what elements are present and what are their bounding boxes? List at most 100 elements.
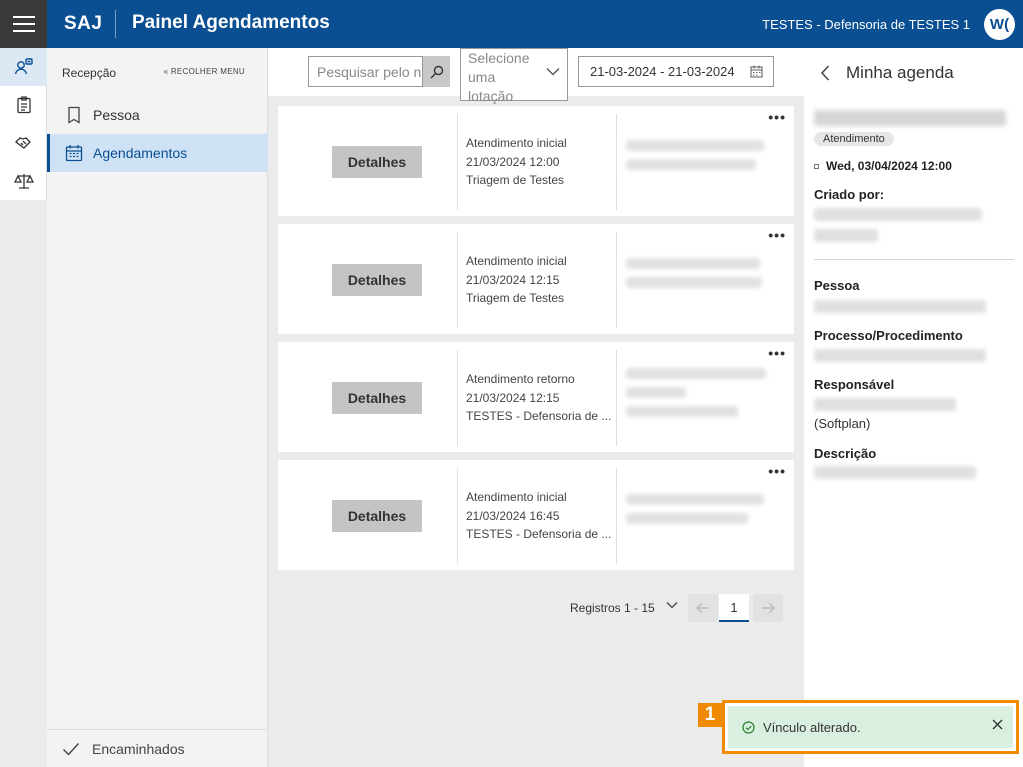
page-number-button[interactable]: 1 xyxy=(719,594,749,622)
calendar-icon xyxy=(64,143,84,163)
appointment-datetime: 21/03/2024 12:00 xyxy=(466,154,560,169)
bullet-icon xyxy=(814,163,819,169)
appointment-date: Wed, 03/04/2024 12:00 xyxy=(814,159,952,173)
toast-highlight: Vínculo alterado. xyxy=(722,700,1019,754)
person-search-icon xyxy=(14,58,33,75)
appointment-location: Triagem de Testes xyxy=(466,291,565,305)
process-label: Processo/Procedimento xyxy=(814,328,963,343)
menu-item-label: Pessoa xyxy=(93,107,140,123)
chevron-down-icon[interactable] xyxy=(666,601,678,609)
panel-title: Minha agenda xyxy=(846,63,954,82)
search-button[interactable] xyxy=(423,56,450,87)
appointment-type: Atendimento retorno xyxy=(466,372,575,386)
handshake-icon xyxy=(14,137,31,149)
double-chevron-left-icon: « xyxy=(163,67,169,76)
appointment-info: Atendimento inicial 21/03/2024 16:45 TES… xyxy=(466,488,611,544)
redacted-name xyxy=(814,110,1006,126)
lotacao-select[interactable]: Selecione uma lotação xyxy=(460,48,568,104)
book-icon xyxy=(64,105,84,125)
rail-justice[interactable] xyxy=(0,162,47,200)
appointment-date-value: Wed, 03/04/2024 12:00 xyxy=(826,159,952,173)
menu-item-agendamentos[interactable]: Agendamentos xyxy=(47,134,268,172)
side-menu: Recepção « RECOLHER MENU Pessoa Agendame… xyxy=(47,48,268,767)
more-options-icon[interactable]: ••• xyxy=(768,464,786,478)
appointment-info: Atendimento inicial 21/03/2024 12:00 Tri… xyxy=(466,134,567,190)
responsible-suffix: (Softplan) xyxy=(814,416,871,431)
appointment-card: Detalhes Atendimento retorno 21/03/2024 … xyxy=(278,342,794,452)
appointment-datetime: 21/03/2024 16:45 xyxy=(466,508,560,523)
appointment-datetime: 21/03/2024 12:15 xyxy=(466,272,560,287)
avatar[interactable]: W( xyxy=(984,9,1015,40)
redacted-value xyxy=(814,229,878,242)
rail-filler xyxy=(0,200,47,767)
redacted-value xyxy=(814,466,976,479)
hamburger-menu-icon[interactable] xyxy=(0,0,47,48)
person-label: Pessoa xyxy=(814,278,860,293)
menu-section-title: Recepção xyxy=(62,66,117,80)
menu-item-encaminhados[interactable]: Encaminhados xyxy=(47,729,268,767)
top-bar: SAJ Painel Agendamentos TESTES - Defenso… xyxy=(0,0,1023,48)
card-divider xyxy=(457,350,458,446)
redacted-value xyxy=(814,300,986,313)
select-placeholder-line: lotação xyxy=(468,88,514,104)
appointment-datetime: 21/03/2024 12:15 xyxy=(466,390,560,405)
rail-reception[interactable] xyxy=(0,48,47,86)
details-button[interactable]: Detalhes xyxy=(332,264,422,296)
redacted-details xyxy=(626,140,764,178)
brand-logo[interactable]: SAJ xyxy=(64,13,102,35)
close-icon[interactable] xyxy=(992,719,1003,730)
check-circle-icon xyxy=(742,720,755,734)
next-page-button[interactable] xyxy=(753,594,783,622)
checkmark-icon xyxy=(63,742,80,756)
rail-partners[interactable] xyxy=(0,124,47,162)
redacted-value xyxy=(814,349,986,362)
card-divider xyxy=(616,468,617,564)
more-options-icon[interactable]: ••• xyxy=(768,346,786,360)
more-options-icon[interactable]: ••• xyxy=(768,228,786,242)
details-button[interactable]: Detalhes xyxy=(332,500,422,532)
appointment-location: TESTES - Defensoria de ... xyxy=(466,527,612,541)
details-button[interactable]: Detalhes xyxy=(332,382,422,414)
card-divider xyxy=(457,232,458,328)
card-divider xyxy=(616,114,617,210)
arrow-right-icon xyxy=(762,602,775,614)
redacted-value xyxy=(814,398,956,411)
appointment-info: Atendimento inicial 21/03/2024 12:15 Tri… xyxy=(466,252,567,308)
appointment-type: Atendimento inicial xyxy=(466,254,567,268)
search-icon xyxy=(430,65,443,78)
date-range-value: 21-03-2024 - 21-03-2024 xyxy=(590,64,735,79)
records-count: Registros 1 - 15 xyxy=(570,601,655,615)
menu-item-label: Agendamentos xyxy=(93,145,188,161)
agenda-panel: Minha agenda Atendimento Wed, 03/04/2024… xyxy=(804,48,1023,767)
details-button[interactable]: Detalhes xyxy=(332,146,422,178)
redacted-value xyxy=(814,208,982,221)
redacted-details xyxy=(626,368,766,425)
card-divider xyxy=(616,232,617,328)
search-input[interactable]: Pesquisar pelo n xyxy=(308,56,423,87)
appointment-type: Atendimento inicial xyxy=(466,490,567,504)
date-range-input[interactable]: 21-03-2024 - 21-03-2024 xyxy=(578,56,774,87)
menu-item-pessoa[interactable]: Pessoa xyxy=(47,96,268,134)
brand-divider xyxy=(115,10,116,38)
collapse-menu-button[interactable]: « RECOLHER MENU xyxy=(164,67,245,76)
appointment-card: Detalhes Atendimento inicial 21/03/2024 … xyxy=(278,460,794,570)
appointment-card: Detalhes Atendimento inicial 21/03/2024 … xyxy=(278,106,794,216)
rail-tasks[interactable] xyxy=(0,86,47,124)
prev-page-button[interactable] xyxy=(688,594,718,622)
toast-notification: Vínculo alterado. xyxy=(728,706,1013,748)
appointment-location: Triagem de Testes xyxy=(466,173,565,187)
card-divider xyxy=(457,114,458,210)
description-label: Descrição xyxy=(814,446,877,461)
chevron-left-icon[interactable] xyxy=(820,65,830,81)
step-marker: 1 xyxy=(698,703,722,727)
user-organization[interactable]: TESTES - Defensoria de TESTES 1 xyxy=(762,17,970,32)
appointment-info: Atendimento retorno 21/03/2024 12:15 TES… xyxy=(466,370,611,426)
select-placeholder-line: Selecione xyxy=(468,50,530,66)
more-options-icon[interactable]: ••• xyxy=(768,110,786,124)
redacted-details xyxy=(626,494,764,532)
status-badge: Atendimento xyxy=(814,132,894,146)
scales-icon xyxy=(13,174,34,189)
filter-bar: Pesquisar pelo n Selecione uma lotação 2… xyxy=(268,48,804,104)
responsible-label: Responsável xyxy=(814,377,895,392)
chevron-down-icon xyxy=(546,68,560,76)
